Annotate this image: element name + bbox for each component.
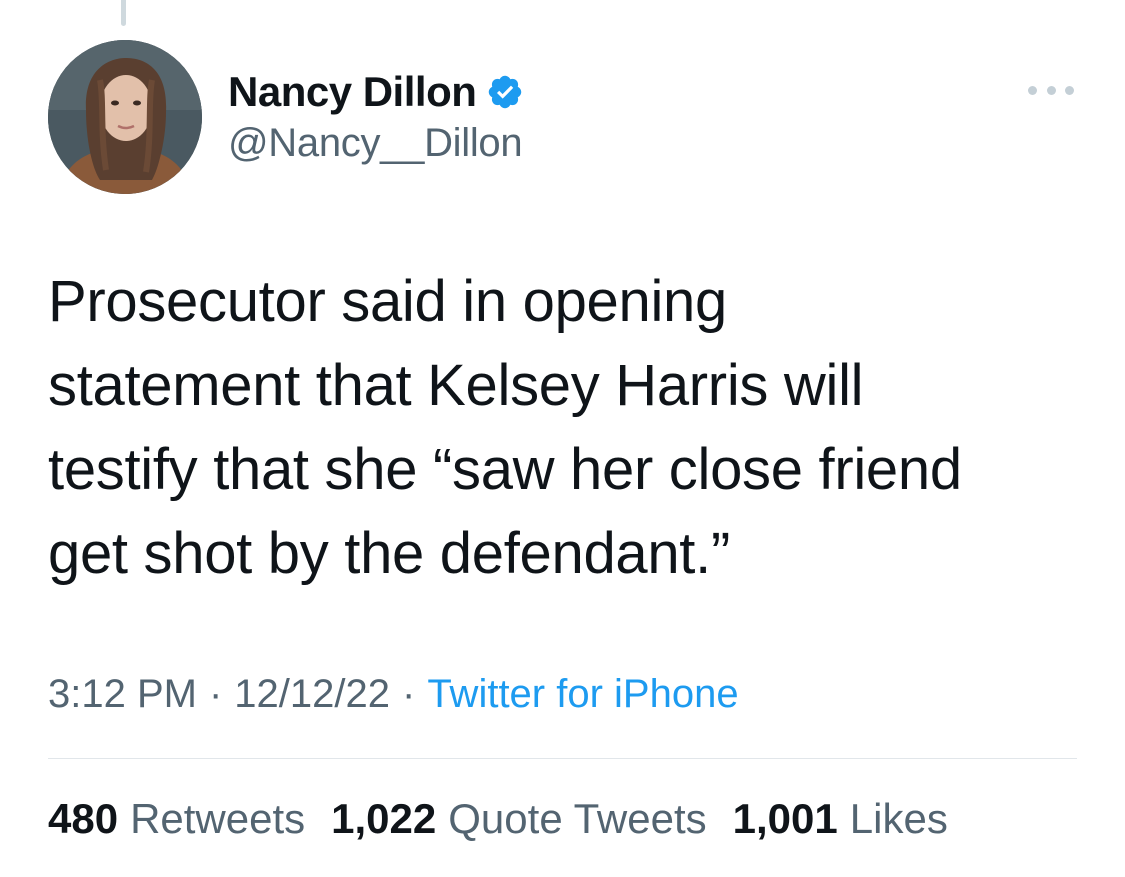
- tweet-text-line: Prosecutor said in opening: [48, 269, 727, 334]
- more-dot: [1065, 85, 1074, 95]
- retweets-count: 480: [48, 795, 119, 842]
- author-display-name[interactable]: Nancy Dillon: [228, 68, 477, 116]
- likes-count: 1,001: [732, 795, 838, 842]
- quote-tweets-stat[interactable]: 1,022 Quote Tweets: [331, 795, 707, 843]
- more-options-icon[interactable]: [1026, 74, 1076, 106]
- author-handle[interactable]: @Nancy__Dillon: [228, 121, 524, 166]
- more-dot: [1046, 85, 1056, 95]
- likes-label: Likes: [849, 795, 948, 842]
- verified-badge-icon: [486, 73, 524, 111]
- tweet-stats: 480 Retweets 1,022 Quote Tweets 1,001 Li…: [48, 795, 974, 843]
- author-info: Nancy Dillon @Nancy__Dillon: [228, 68, 524, 166]
- thread-connector-line: [121, 0, 126, 26]
- author-name-row: Nancy Dillon: [228, 68, 524, 116]
- tweet-source-link[interactable]: Twitter for iPhone: [427, 672, 738, 717]
- meta-separator: ·: [208, 672, 223, 716]
- quote-tweets-count: 1,022: [331, 795, 437, 842]
- avatar-photo: [48, 40, 202, 194]
- avatar[interactable]: [48, 40, 202, 194]
- meta-separator: ·: [402, 672, 416, 716]
- retweets-stat[interactable]: 480 Retweets: [48, 795, 305, 843]
- retweets-label: Retweets: [130, 795, 306, 842]
- likes-stat[interactable]: 1,001 Likes: [733, 795, 948, 843]
- quote-tweets-label: Quote Tweets: [448, 795, 707, 842]
- tweet-text-line: statement that Kelsey Harris will: [48, 353, 864, 418]
- tweet-text-line: get shot by the defendant.”: [48, 521, 730, 586]
- tweet-meta: 3:12 PM · 12/12/22 · Twitter for iPhone: [48, 672, 739, 717]
- tweet-date[interactable]: 12/12/22: [234, 672, 390, 717]
- divider: [48, 758, 1077, 759]
- tweet-text-line: testify that she “saw her close friend: [48, 437, 962, 502]
- more-dot: [1028, 85, 1037, 95]
- tweet-text: Prosecutor said in opening statement tha…: [48, 260, 1088, 596]
- tweet-time[interactable]: 3:12 PM: [48, 672, 197, 717]
